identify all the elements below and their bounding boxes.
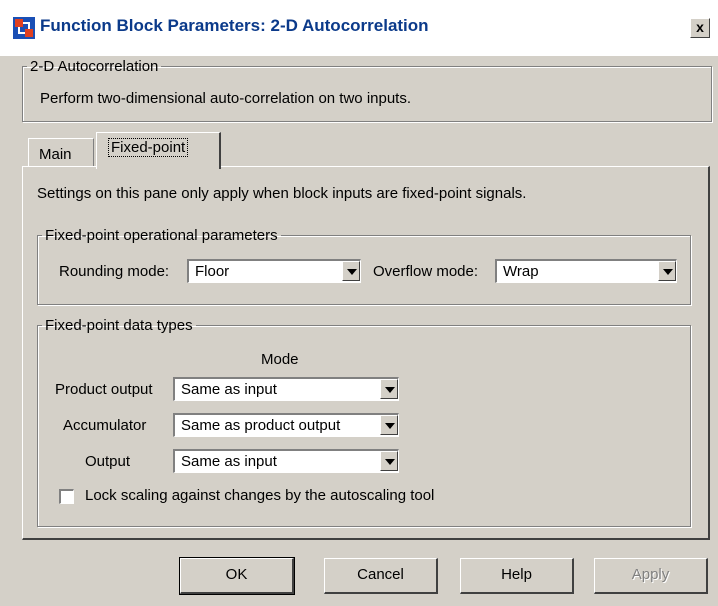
output-value: Same as input [181, 453, 277, 470]
accumulator-value: Same as product output [181, 417, 341, 434]
window-title: Function Block Parameters: 2-D Autocorre… [40, 16, 429, 35]
mode-column-header: Mode [261, 351, 299, 368]
accumulator-select[interactable]: Same as product output [173, 413, 399, 437]
chevron-down-icon[interactable] [380, 451, 398, 471]
fixed-point-types-title: Fixed-point data types [45, 317, 193, 334]
ok-button[interactable]: OK [179, 557, 295, 595]
rounding-mode-select[interactable]: Floor [187, 259, 361, 283]
lock-scaling-label[interactable]: Lock scaling against changes by the auto… [85, 487, 434, 504]
fixed-point-ops-title: Fixed-point operational parameters [45, 227, 278, 244]
rounding-mode-label: Rounding mode: [59, 263, 170, 280]
dialog-window: Function Block Parameters: 2-D Autocorre… [0, 0, 718, 606]
simulink-block-icon [13, 17, 35, 39]
overflow-mode-value: Wrap [503, 263, 539, 280]
cancel-button[interactable]: Cancel [324, 558, 438, 594]
tab-fixed-point-label: Fixed-point [107, 138, 189, 157]
output-label: Output [85, 453, 131, 470]
close-button[interactable]: x [690, 18, 710, 38]
chevron-down-icon[interactable] [342, 261, 360, 281]
fixed-point-panel: Settings on this pane only apply when bl… [22, 166, 710, 540]
tab-main[interactable]: Main [28, 138, 94, 167]
panel-note: Settings on this pane only apply when bl… [37, 185, 527, 202]
close-icon: x [696, 19, 704, 35]
chevron-down-icon[interactable] [658, 261, 676, 281]
help-button[interactable]: Help [460, 558, 574, 594]
tab-fixed-point[interactable]: Fixed-point [96, 132, 221, 169]
overflow-mode-select[interactable]: Wrap [495, 259, 677, 283]
product-output-label: Product output [55, 381, 153, 398]
output-select[interactable]: Same as input [173, 449, 399, 473]
tab-main-label: Main [39, 146, 72, 163]
accumulator-label: Accumulator [63, 417, 147, 434]
description-text: Perform two-dimensional auto-correlation… [40, 90, 412, 107]
chevron-down-icon[interactable] [380, 379, 398, 399]
rounding-mode-value: Floor [195, 263, 230, 280]
apply-button[interactable]: Apply [594, 558, 708, 594]
description-group-title: 2-D Autocorrelation [30, 58, 159, 75]
overflow-mode-label: Overflow mode: [373, 263, 479, 280]
product-output-select[interactable]: Same as input [173, 377, 399, 401]
title-bar: Function Block Parameters: 2-D Autocorre… [0, 0, 718, 56]
lock-scaling-checkbox[interactable] [59, 489, 74, 504]
product-output-value: Same as input [181, 381, 277, 398]
chevron-down-icon[interactable] [380, 415, 398, 435]
